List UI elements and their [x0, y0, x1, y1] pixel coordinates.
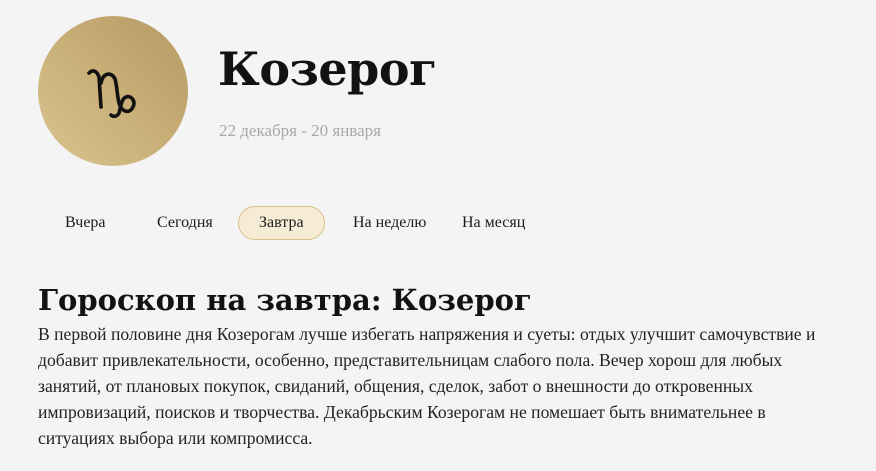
tab-week[interactable]: На неделю — [332, 206, 447, 240]
horoscope-title: Гороскоп на завтра: Козерог — [38, 283, 532, 317]
zodiac-badge — [38, 16, 188, 166]
tab-month[interactable]: На месяц — [441, 206, 546, 240]
tab-tomorrow[interactable]: Завтра — [238, 206, 325, 240]
sign-header: Козерог 22 декабря - 20 января — [38, 16, 858, 166]
tab-today[interactable]: Сегодня — [136, 206, 234, 240]
tab-yesterday[interactable]: Вчера — [44, 206, 127, 240]
sign-title: Козерог — [218, 42, 437, 96]
period-tabs: Вчера Сегодня Завтра На неделю На месяц — [44, 206, 604, 240]
sign-dates: 22 декабря - 20 января — [219, 121, 381, 140]
horoscope-text: В первой половине дня Козерогам лучше из… — [38, 324, 816, 448]
capricorn-icon — [87, 69, 136, 119]
